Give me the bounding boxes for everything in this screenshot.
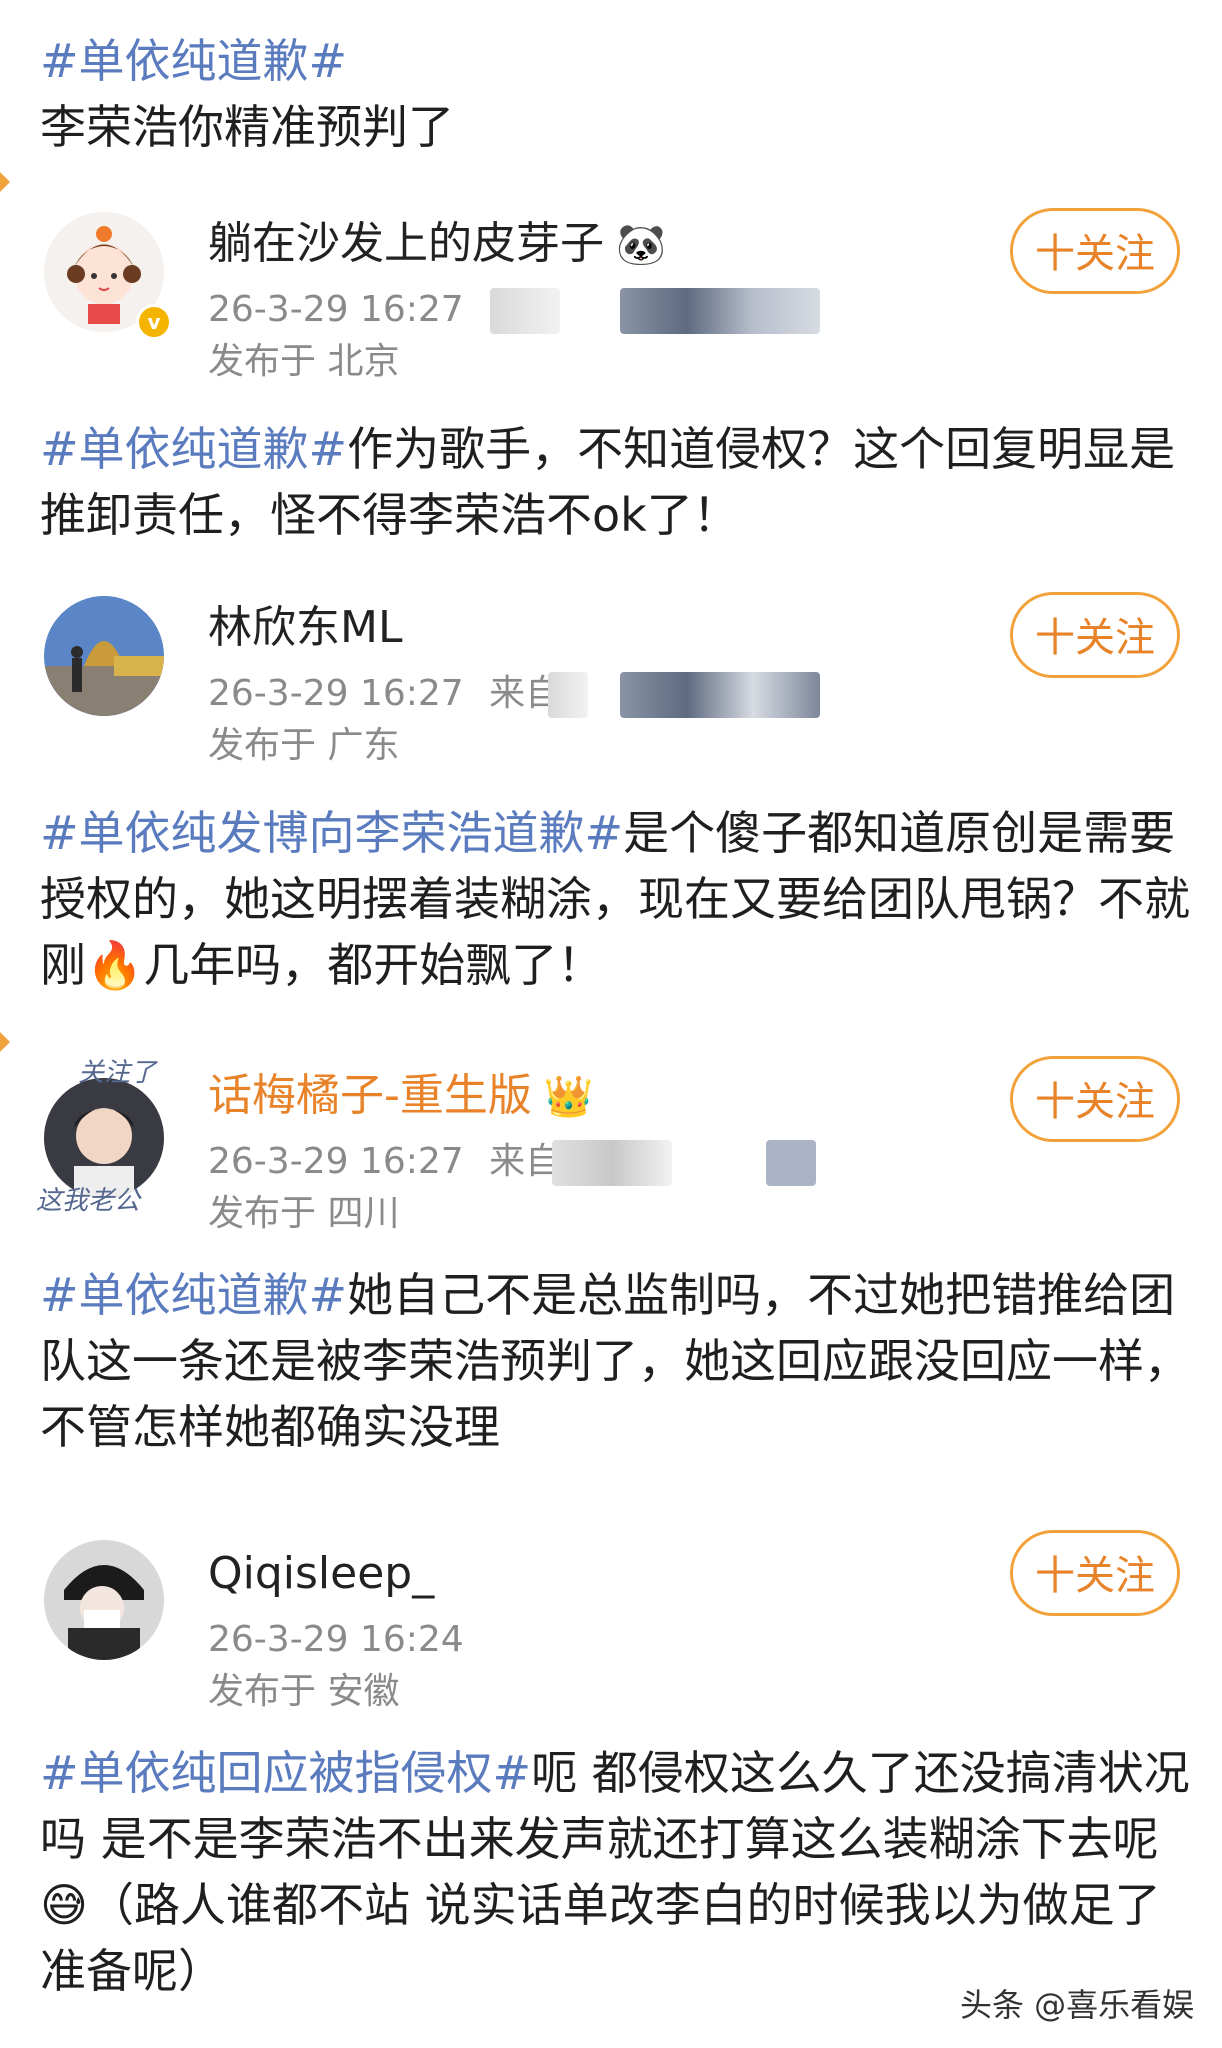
header-caption: 李荣浩你精准预判了 [40,100,454,154]
follow-label: 十关注 [1035,231,1155,277]
post-meta: 26-3-29 16:24 [208,1614,464,1666]
username[interactable]: Qiqisleep_ [208,1544,434,1604]
follow-label: 十关注 [1035,1553,1155,1599]
follow-button[interactable]: 十关注 [1010,1530,1180,1616]
fire-icon: 🔥 [86,938,144,992]
post-meta: 26-3-29 16:27 来 [208,284,525,336]
post-meta: 26-3-29 16:27 来自 [208,1136,561,1188]
username[interactable]: 话梅橘子-重生版 👑 [208,1066,594,1127]
follow-button[interactable]: 十关注 [1010,592,1180,678]
username[interactable]: 躺在沙发上的皮芽子 🐼 [208,214,666,275]
blurred-source [620,672,820,718]
comment-text: #单依纯回应被指侵权#呃 都侵权这么久了还没搞清状况吗 是不是李荣浩不出来发声就… [40,1740,1190,2004]
header: #单依纯道歉# 李荣浩你精准预判了 [40,28,454,160]
timestamp: 26-3-29 16:27 [208,289,464,330]
comment-hashtag[interactable]: #单依纯道歉# [40,422,347,476]
avatar[interactable] [44,596,164,716]
blurred-source [548,672,588,718]
comment-hashtag[interactable]: #单依纯回应被指侵权# [40,1746,531,1800]
blurred-source [490,288,560,334]
watermark: 头条 @喜乐看娱 [960,1986,1195,2024]
follow-label: 十关注 [1035,1079,1155,1125]
timestamp: 26-3-29 16:27 [208,673,464,714]
panda-icon: 🐼 [616,222,666,268]
post-meta: 26-3-29 16:27 来自 [208,668,561,720]
post-location: 发布于 四川 [208,1193,400,1234]
timestamp: 26-3-29 16:24 [208,1619,464,1660]
follow-label: 十关注 [1035,615,1155,661]
avatar[interactable] [44,1540,164,1660]
timestamp: 26-3-29 16:27 [208,1141,464,1182]
avatar-frame-text: 这我老公 [36,1186,141,1216]
crown-icon: 👑 [543,1074,594,1120]
post-location: 发布于 广东 [208,725,400,766]
follow-button[interactable]: 十关注 [1010,208,1180,294]
username[interactable]: 林欣东ML [208,598,402,658]
sweat-smile-icon: 😅 [40,1878,88,1932]
post-location: 发布于 北京 [208,341,400,382]
blurred-source [620,288,820,334]
comment-text: #单依纯道歉#作为歌手，不知道侵权？这个回复明显是推卸责任，怪不得李荣浩不ok了… [40,416,1190,548]
avatar-frame-text: 关注了 [78,1058,157,1088]
comment-hashtag[interactable]: #单依纯发博向李荣浩道歉# [40,806,623,860]
blurred-source [552,1140,672,1186]
blurred-source [766,1140,816,1186]
header-hashtag[interactable]: #单依纯道歉# [40,28,454,94]
comment-hashtag[interactable]: #单依纯道歉# [40,1268,347,1322]
verified-badge-icon: v [136,304,172,340]
source-label: 来自 [489,1141,562,1182]
comment-body-end: 几年吗，都开始飘了！ [143,938,604,992]
username-text: 躺在沙发上的皮芽子 [208,218,604,269]
follow-button[interactable]: 十关注 [1010,1056,1180,1142]
comment-text: #单依纯发博向李荣浩道歉#是个傻子都知道原创是需要授权的，她这明摆着装糊涂，现在… [40,800,1190,998]
divider-marker [0,172,10,192]
username-text: 话梅橘子-重生版 [208,1070,532,1121]
post-location: 发布于 安徽 [208,1671,400,1712]
divider-marker [0,1032,10,1052]
comment-text: #单依纯道歉#她自己不是总监制吗，不过她把错推给团队这一条还是被李荣浩预判了，她… [40,1262,1190,1460]
